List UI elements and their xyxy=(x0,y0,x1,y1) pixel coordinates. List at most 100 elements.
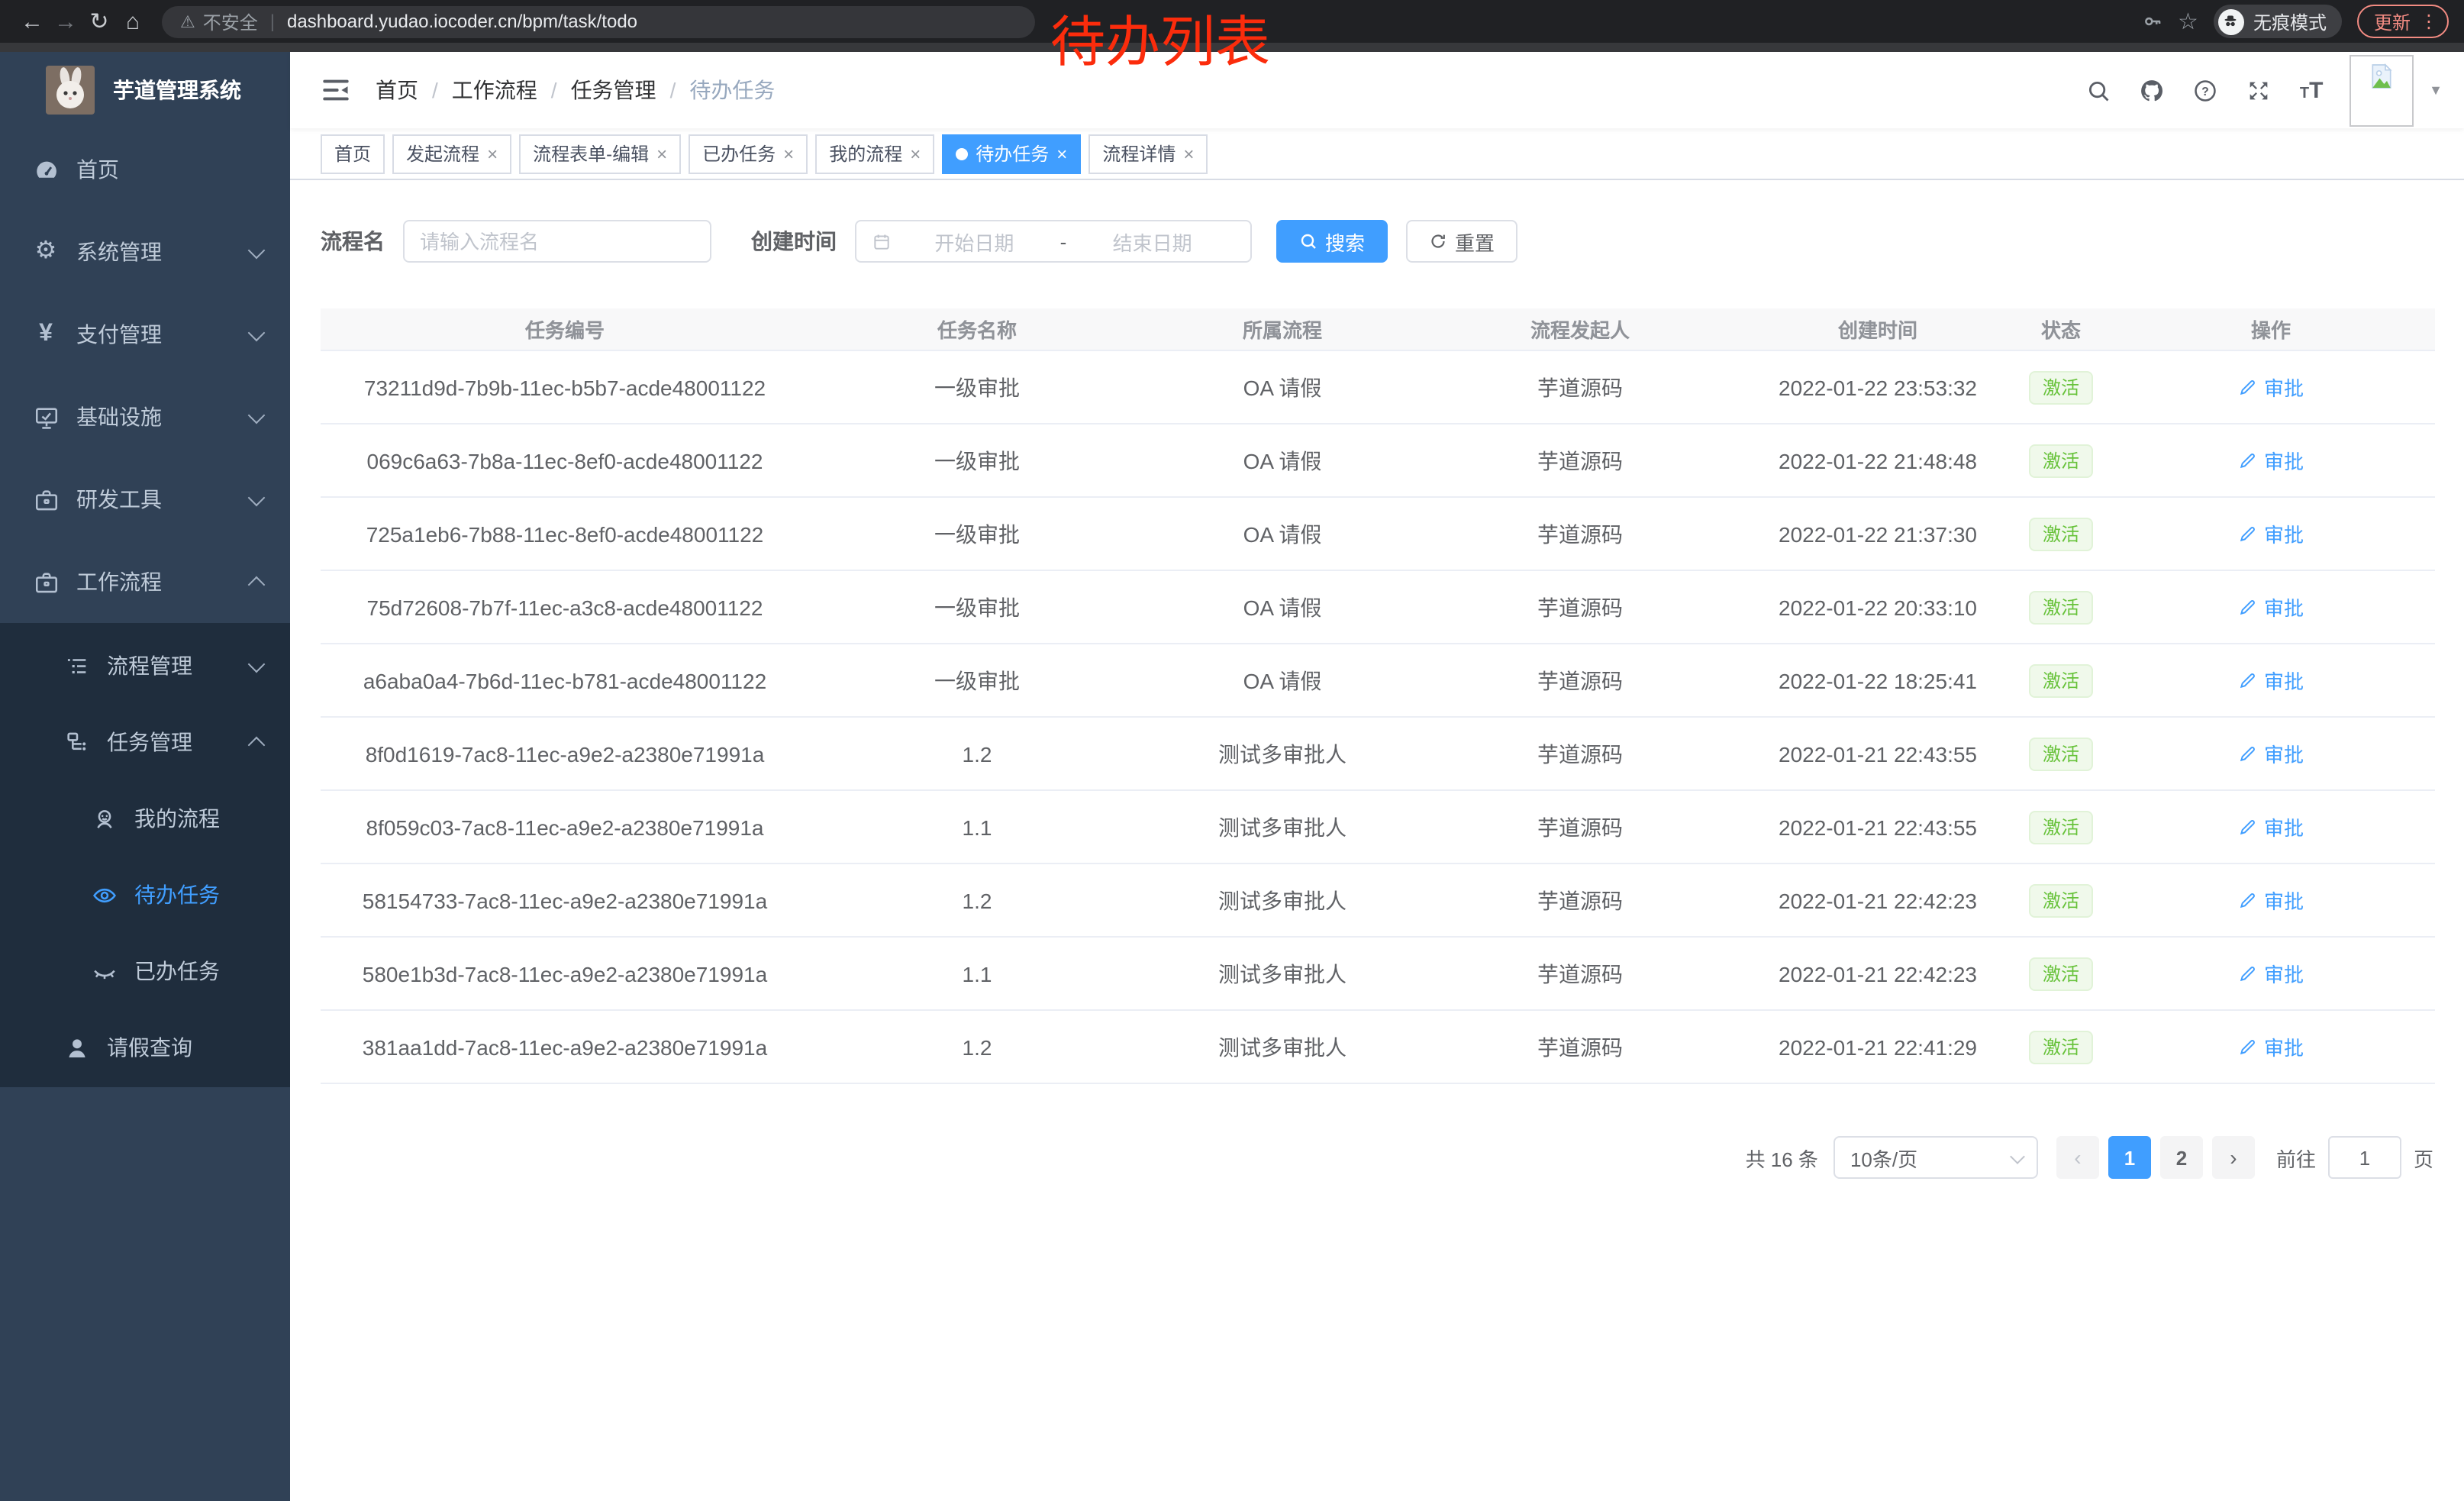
approve-link[interactable]: 审批 xyxy=(2238,959,2304,988)
sidebar-item-workflow[interactable]: 工作流程 xyxy=(0,541,290,623)
tags-view: 首页 发起流程 × 流程表单-编辑 × 已办任务 × 我的流程 × xyxy=(290,128,2464,180)
browser-back-button[interactable]: ← xyxy=(15,5,49,38)
process-name-input[interactable] xyxy=(403,220,711,263)
page-size-select[interactable]: 10条/页 xyxy=(1833,1136,2038,1179)
approve-link[interactable]: 审批 xyxy=(2238,446,2304,475)
browser-menu-icon[interactable]: ⋮ xyxy=(2420,11,2438,32)
close-icon[interactable]: × xyxy=(1056,144,1067,163)
browser-chrome: ← → ↻ ⌂ ⚠ 不安全 | dashboard.yudao.iocoder.… xyxy=(0,0,2464,43)
chevron-down-icon xyxy=(248,489,266,506)
next-page-button[interactable]: › xyxy=(2212,1136,2255,1179)
cell-status: 激活 xyxy=(2015,570,2107,644)
approve-link[interactable]: 审批 xyxy=(2238,519,2304,548)
browser-forward-button[interactable]: → xyxy=(49,5,82,38)
navbar-actions: ? TT ▼ xyxy=(2058,54,2443,126)
sidebar-collapse-icon[interactable] xyxy=(321,76,351,104)
cell-process: OA 请假 xyxy=(1145,350,1420,424)
approve-link[interactable]: 审批 xyxy=(2238,592,2304,621)
avatar[interactable] xyxy=(2350,54,2414,126)
breadcrumb-home[interactable]: 首页 xyxy=(376,75,418,105)
tab-todo-tasks[interactable]: 待办任务 × xyxy=(942,134,1081,173)
bookmark-star-icon[interactable]: ☆ xyxy=(2178,8,2198,35)
sidebar: 芋道管理系统 首页 ⚙ 系统管理 ¥ 支付管理 xyxy=(0,52,290,1501)
browser-reload-button[interactable]: ↻ xyxy=(82,5,116,38)
search-button-label: 搜索 xyxy=(1325,227,1365,256)
github-icon[interactable] xyxy=(2137,76,2165,104)
page-button-2[interactable]: 2 xyxy=(2160,1136,2203,1179)
browser-home-button[interactable]: ⌂ xyxy=(116,5,150,38)
tab-process-detail[interactable]: 流程详情 × xyxy=(1088,134,1208,173)
app-frame: 芋道管理系统 首页 ⚙ 系统管理 ¥ 支付管理 xyxy=(0,52,2464,1501)
tab-form-edit[interactable]: 流程表单-编辑 × xyxy=(519,134,681,173)
cell-process: 测试多审批人 xyxy=(1145,790,1420,863)
cell-task-name: 1.2 xyxy=(809,717,1145,790)
sidebar-item-leave-query[interactable]: 请假查询 xyxy=(0,1009,290,1086)
sidebar-item-my-process[interactable]: 我的流程 xyxy=(0,780,290,857)
close-icon[interactable]: × xyxy=(910,144,921,163)
browser-update-button[interactable]: 更新 ⋮ xyxy=(2357,5,2449,38)
close-icon[interactable]: × xyxy=(656,144,667,163)
sidebar-item-done-tasks[interactable]: 已办任务 xyxy=(0,933,290,1009)
sidebar-item-devtools[interactable]: 研发工具 xyxy=(0,458,290,541)
search-icon[interactable] xyxy=(2084,76,2111,104)
prev-page-button[interactable]: ‹ xyxy=(2056,1136,2099,1179)
breadcrumb-separator: / xyxy=(670,78,676,102)
tab-my-process[interactable]: 我的流程 × xyxy=(815,134,934,173)
sidebar-item-infrastructure[interactable]: 基础设施 xyxy=(0,376,290,458)
cell-action: 审批 xyxy=(2107,424,2435,497)
sidebar-item-task-management[interactable]: 任务管理 xyxy=(0,704,290,780)
table-row: 725a1eb6-7b88-11ec-8ef0-acde48001122一级审批… xyxy=(321,497,2435,570)
approve-link[interactable]: 审批 xyxy=(2238,886,2304,915)
tab-label: 首页 xyxy=(334,140,371,166)
fullscreen-icon[interactable] xyxy=(2244,76,2272,104)
chevron-up-icon xyxy=(248,736,266,754)
sidebar-item-home[interactable]: 首页 xyxy=(0,128,290,211)
logo-image xyxy=(46,66,95,115)
search-button[interactable]: 搜索 xyxy=(1276,220,1388,263)
close-icon[interactable]: × xyxy=(1183,144,1194,163)
cell-status: 激活 xyxy=(2015,1010,2107,1083)
cell-created: 2022-01-22 18:25:41 xyxy=(1740,644,2015,717)
table-row: 8f059c03-7ac8-11ec-a9e2-a2380e71991a1.1测… xyxy=(321,790,2435,863)
start-date-placeholder: 开始日期 xyxy=(892,227,1057,256)
tab-label: 我的流程 xyxy=(829,140,902,166)
main-area: 首页 / 工作流程 / 任务管理 / 待办任务 ? xyxy=(290,52,2464,1501)
sidebar-item-system[interactable]: ⚙ 系统管理 xyxy=(0,211,290,293)
table-row: 58154733-7ac8-11ec-a9e2-a2380e71991a1.2测… xyxy=(321,863,2435,937)
close-icon[interactable]: × xyxy=(487,144,498,163)
cell-action: 审批 xyxy=(2107,863,2435,937)
approve-link[interactable]: 审批 xyxy=(2238,1032,2304,1061)
address-bar[interactable]: ⚠ 不安全 | dashboard.yudao.iocoder.cn/bpm/t… xyxy=(162,5,1035,37)
goto-page-input[interactable] xyxy=(2328,1136,2401,1179)
cell-task-id: 069c6a63-7b8a-11ec-8ef0-acde48001122 xyxy=(321,424,809,497)
font-size-icon[interactable]: TT xyxy=(2298,76,2325,104)
sidebar-item-payment[interactable]: ¥ 支付管理 xyxy=(0,293,290,376)
page-button-1[interactable]: 1 xyxy=(2108,1136,2151,1179)
approve-link[interactable]: 审批 xyxy=(2238,666,2304,695)
help-icon[interactable]: ? xyxy=(2191,76,2218,104)
cell-starter: 芋道源码 xyxy=(1420,497,1740,570)
approve-link[interactable]: 审批 xyxy=(2238,373,2304,402)
breadcrumb-task-management[interactable]: 任务管理 xyxy=(571,75,656,105)
date-range-input[interactable]: 开始日期 - 结束日期 xyxy=(855,220,1252,263)
cell-task-id: 58154733-7ac8-11ec-a9e2-a2380e71991a xyxy=(321,863,809,937)
sidebar-item-todo-tasks[interactable]: 待办任务 xyxy=(0,857,290,933)
approve-link[interactable]: 审批 xyxy=(2238,812,2304,841)
tab-home[interactable]: 首页 xyxy=(321,134,385,173)
approve-link[interactable]: 审批 xyxy=(2238,739,2304,768)
avatar-dropdown-caret[interactable]: ▼ xyxy=(2429,82,2443,98)
logo-row[interactable]: 芋道管理系统 xyxy=(0,52,290,128)
tab-done-tasks[interactable]: 已办任务 × xyxy=(689,134,808,173)
person-icon xyxy=(89,805,119,831)
close-icon[interactable]: × xyxy=(783,144,794,163)
password-key-icon[interactable] xyxy=(2141,11,2162,32)
reset-button[interactable]: 重置 xyxy=(1406,220,1517,263)
breadcrumb-workflow[interactable]: 工作流程 xyxy=(452,75,537,105)
cell-status: 激活 xyxy=(2015,497,2107,570)
user-icon xyxy=(61,1035,92,1060)
breadcrumb-separator: / xyxy=(432,78,438,102)
sidebar-item-process-management[interactable]: 流程管理 xyxy=(0,628,290,704)
gear-icon: ⚙ xyxy=(31,240,61,264)
tab-start-process[interactable]: 发起流程 × xyxy=(392,134,511,173)
cell-task-name: 一级审批 xyxy=(809,350,1145,424)
